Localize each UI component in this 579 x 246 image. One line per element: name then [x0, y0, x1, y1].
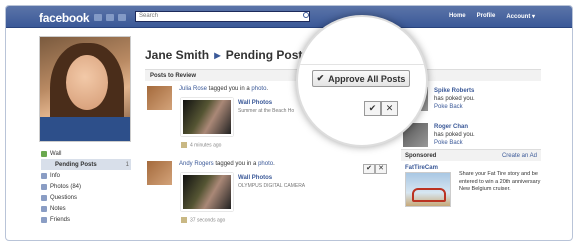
search-icon[interactable] [303, 12, 309, 18]
approve-button[interactable]: ✔ [363, 164, 375, 174]
notifications-icon[interactable] [118, 14, 126, 21]
post-actions: ✔ ✕ [363, 164, 387, 174]
author-link[interactable]: Andy Rogers [179, 161, 214, 167]
poke-back-link[interactable]: Poke Back [434, 104, 463, 110]
wall-icon [41, 150, 47, 157]
sidebar-item-info[interactable]: Info [41, 170, 131, 181]
sponsored-box: Sponsored Create an Ad FatTireCam Share … [401, 149, 541, 207]
friend-requests-icon[interactable] [94, 14, 102, 21]
photo-link[interactable]: photo [251, 86, 266, 92]
clock-icon [181, 217, 187, 223]
sidebar-item-pending-posts[interactable]: Pending Posts 1 [41, 159, 131, 170]
poker-name[interactable]: Roger Chan [434, 124, 468, 130]
sidebar-item-notes[interactable]: Notes [41, 203, 131, 214]
sponsored-header: Sponsored Create an Ad [401, 149, 541, 161]
approve-button[interactable]: ✔ [364, 101, 381, 116]
questions-icon [41, 194, 47, 201]
sidebar-item-questions[interactable]: Questions [41, 192, 131, 203]
profile-photo[interactable] [39, 36, 131, 142]
bicycle-image [412, 188, 446, 202]
author-avatar[interactable] [147, 161, 172, 185]
top-nav: Home Profile Account ▾ [449, 13, 535, 20]
approve-all-posts-button[interactable]: ✔ Approve All Posts [312, 70, 410, 87]
clock-icon [181, 142, 187, 148]
check-icon: ✔ [316, 73, 325, 83]
page-heading: Pending Posts [225, 48, 310, 62]
photo-link[interactable]: photo [258, 161, 273, 167]
author-link[interactable]: Julia Rose [179, 86, 207, 92]
browser-frame: facebook Search Home Profile Account ▾ W… [5, 5, 573, 241]
sidebar-item-friends[interactable]: Friends [41, 214, 131, 225]
hide-button[interactable]: ✕ [381, 101, 398, 116]
notification-jewels [94, 14, 126, 21]
search-input[interactable]: Search [135, 11, 310, 22]
album-link[interactable]: Wall Photos [238, 175, 272, 181]
sidebar-item-photos[interactable]: Photos (84) [41, 181, 131, 192]
top-bar: facebook Search Home Profile Account ▾ [6, 6, 572, 28]
author-avatar[interactable] [147, 86, 172, 110]
messages-icon[interactable] [106, 14, 114, 21]
pending-count-badge: 1 [125, 161, 129, 168]
poke-item: Roger Chan has poked you. Poke Back [401, 121, 541, 149]
divider [298, 64, 426, 65]
nav-profile[interactable]: Profile [477, 13, 496, 20]
photos-icon [41, 183, 47, 190]
create-ad-link[interactable]: Create an Ad [502, 153, 537, 159]
post-timestamp: 37 seconds ago [181, 217, 225, 223]
breadcrumb-separator: ▸ [214, 48, 221, 62]
poke-back-link[interactable]: Poke Back [434, 140, 463, 146]
post-timestamp: 4 minutes ago [181, 142, 221, 148]
profile-sidebar-nav: Wall Pending Posts 1 Info Photos (84) Qu… [41, 148, 131, 225]
sponsored-label: Sponsored [405, 153, 437, 159]
magnifier-callout: ✔ Approve All Posts ✔ ✕ [296, 15, 428, 147]
post-headline: Andy Rogers tagged you in a photo. [179, 161, 275, 167]
photo-thumbnail[interactable] [181, 173, 233, 211]
nav-home[interactable]: Home [449, 13, 466, 20]
ad-text: Share your Fat Tire story and be entered… [459, 171, 541, 192]
photo-caption: Summer at the Beach Ho [238, 108, 295, 114]
owner-name[interactable]: Jane Smith [145, 48, 209, 62]
nav-account[interactable]: Account ▾ [506, 13, 535, 20]
info-icon [41, 172, 47, 179]
post-actions-zoomed: ✔ ✕ [364, 101, 398, 116]
sidebar-item-wall[interactable]: Wall [41, 148, 131, 159]
ad-image[interactable] [405, 172, 451, 207]
notes-icon [41, 205, 47, 212]
hide-button[interactable]: ✕ [375, 164, 387, 174]
page-title: Jane Smith ▸ Pending Posts [145, 48, 309, 62]
photo-caption: OLYMPUS DIGITAL CAMERA [238, 183, 306, 189]
facebook-logo[interactable]: facebook [39, 11, 90, 25]
poke-text: has poked you. [434, 132, 475, 138]
album-link[interactable]: Wall Photos [238, 100, 272, 106]
post-headline: Julia Rose tagged you in a photo. [179, 86, 269, 92]
photo-thumbnail[interactable] [181, 98, 233, 136]
poke-text: has poked you. [434, 96, 475, 102]
poker-name[interactable]: Spike Roberts [434, 88, 474, 94]
friends-icon [41, 216, 47, 223]
